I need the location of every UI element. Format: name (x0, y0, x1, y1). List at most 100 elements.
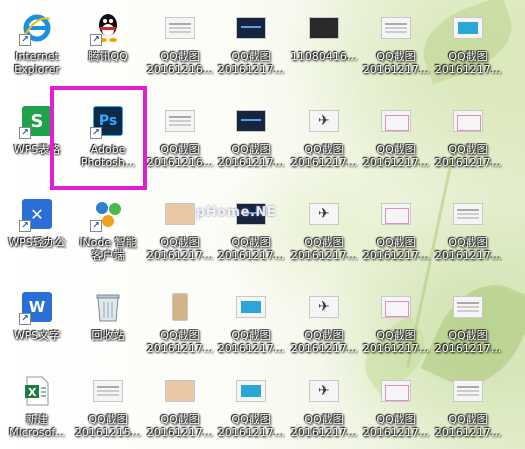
desktop-icon-screenshot[interactable]: QQ截图 20161216... (143, 0, 217, 86)
icon-label: 20161217... (434, 63, 502, 76)
desktop-icon-screenshot[interactable]: QQ截图 20161216... (143, 93, 217, 179)
icon-label: QQ截图 (231, 236, 271, 249)
desktop-icon-screenshot[interactable]: QQ截图20161217... (359, 279, 433, 365)
icon-label: 20161216... (146, 63, 214, 76)
image-file-icon (380, 105, 412, 137)
image-file-icon (308, 12, 340, 44)
icon-label: 20161217... (146, 342, 214, 355)
desktop-icon-internet-explorer[interactable]: ↗ Internet Explorer (0, 0, 74, 86)
image-file-icon (380, 291, 412, 323)
icon-label: Microsof... (9, 426, 65, 439)
icon-label: QQ截图 (448, 143, 488, 156)
wps-office-icon: ✕ ↗ (19, 198, 53, 232)
icon-label: 20161217... (362, 156, 430, 169)
desktop-icon-screenshot[interactable]: QQ截图20161217... (214, 363, 288, 449)
desktop-icon-screenshot[interactable]: QQ截图20161217... (214, 279, 288, 365)
desktop-icon-screenshot[interactable]: QQ截图20161217... (287, 93, 361, 179)
image-file-icon (235, 12, 267, 44)
icon-label: 20161217... (290, 342, 358, 355)
icon-label: iNode 智能 (79, 236, 137, 249)
icon-label: 20161217... (434, 426, 502, 439)
desktop-icon-new-excel-file[interactable]: X 新建 Microsof... (0, 363, 74, 449)
icon-label: 20161217... (217, 63, 285, 76)
shortcut-arrow-icon: ↗ (19, 313, 31, 325)
icon-label: 20161217... (217, 426, 285, 439)
desktop-icon-wps-office[interactable]: ✕ ↗ WPS轻办公 (0, 186, 74, 272)
icon-label: 20161217... (146, 426, 214, 439)
desktop-icon-screenshot[interactable]: QQ截图20161217... (359, 93, 433, 179)
desktop-icon-screenshot[interactable]: QQ截图20161217... (359, 363, 433, 449)
image-file-icon (380, 12, 412, 44)
desktop-icon-screenshot[interactable]: QQ截图20161217... (214, 186, 288, 272)
icon-label: QQ截图 (231, 143, 271, 156)
icon-label: QQ截图 (304, 413, 344, 426)
icon-label: WPS文字 (13, 329, 61, 342)
icon-label: QQ截图 (160, 50, 200, 63)
icon-label: 20161217... (362, 249, 430, 262)
image-file-icon (164, 12, 196, 44)
icon-label: 腾讯QQ (88, 50, 128, 63)
desktop-icon-screenshot[interactable]: QQ截图20161217... (431, 186, 505, 272)
desktop-icon-screenshot[interactable]: QQ截图20161217... (359, 0, 433, 86)
image-file-icon (164, 291, 196, 323)
desktop-icon-recycle-bin[interactable]: 回收站 (71, 279, 145, 365)
inode-icon: ↗ (90, 198, 124, 232)
icon-label: 11080416... (290, 50, 358, 63)
icon-label: QQ截图 (376, 413, 416, 426)
icon-label: 20161217... (290, 249, 358, 262)
desktop-icon-image[interactable]: 11080416... (287, 0, 361, 86)
image-file-icon (235, 105, 267, 137)
shortcut-arrow-icon: ↗ (19, 220, 31, 232)
desktop-icon-screenshot[interactable]: QQ截图20161217... (359, 186, 433, 272)
image-file-icon (452, 12, 484, 44)
icon-label: 20161217... (290, 426, 358, 439)
desktop-icon-screenshot[interactable]: QQ截图 20161215... (71, 363, 145, 449)
image-file-icon (308, 375, 340, 407)
watermark-text: pHome.NE (196, 205, 277, 220)
desktop-icon-wps-writer[interactable]: W ↗ WPS文字 (0, 279, 74, 365)
image-file-icon (380, 375, 412, 407)
icon-label: 客户端 (91, 249, 125, 262)
desktop-icon-qq[interactable]: ↗ 腾讯QQ (71, 0, 145, 86)
icon-label: 20161217... (362, 426, 430, 439)
desktop-icon-screenshot[interactable]: QQ截图20161217... (287, 186, 361, 272)
desktop-icon-inode[interactable]: ↗ iNode 智能 客户端 (71, 186, 145, 272)
recycle-bin-icon (92, 291, 124, 323)
image-file-icon (452, 291, 484, 323)
icon-label: QQ截图 (88, 413, 128, 426)
svg-text:X: X (28, 386, 37, 399)
icon-label: 20161217... (362, 342, 430, 355)
icon-label: QQ截图 (160, 236, 200, 249)
desktop[interactable]: ↗ Internet Explorer ↗ 腾讯QQ QQ截图 20161216..… (0, 0, 525, 449)
icon-label: QQ截图 (376, 236, 416, 249)
icon-label: QQ截图 (160, 143, 200, 156)
qq-icon: ↗ (90, 12, 124, 46)
desktop-icon-screenshot[interactable]: QQ截图20161217... (143, 279, 217, 365)
icon-label: 20161217... (434, 249, 502, 262)
desktop-icon-screenshot[interactable]: QQ截图20161217... (287, 363, 361, 449)
desktop-icon-screenshot[interactable]: QQ截图20161217... (214, 93, 288, 179)
icon-label: QQ截图 (448, 413, 488, 426)
icon-label: QQ截图 (304, 143, 344, 156)
shortcut-arrow-icon: ↗ (90, 34, 102, 46)
desktop-icon-screenshot[interactable]: QQ截图20161217... (214, 0, 288, 86)
icon-label: QQ截图 (160, 329, 200, 342)
image-file-icon (308, 105, 340, 137)
icon-label: 20161217... (290, 156, 358, 169)
icon-label: 新建 (26, 413, 48, 426)
desktop-icon-screenshot[interactable]: QQ截图20161217... (287, 279, 361, 365)
icon-label: QQ截图 (448, 236, 488, 249)
desktop-icon-screenshot[interactable]: QQ截图20161217... (431, 0, 505, 86)
shortcut-arrow-icon: ↗ (90, 220, 102, 232)
icon-label: 20161217... (434, 342, 502, 355)
wps-sheets-icon: S ↗ (19, 105, 53, 139)
image-file-icon (308, 291, 340, 323)
desktop-icon-screenshot[interactable]: QQ截图20161217... (431, 279, 505, 365)
desktop-icon-screenshot[interactable]: QQ截图20161217... (431, 363, 505, 449)
image-file-icon (380, 198, 412, 230)
shortcut-arrow-icon: ↗ (19, 34, 31, 46)
desktop-icon-screenshot[interactable]: QQ截图20161217... (143, 363, 217, 449)
desktop-icon-screenshot[interactable]: QQ截图20161217... (431, 93, 505, 179)
icon-label: QQ截图 (448, 50, 488, 63)
desktop-icon-screenshot[interactable]: QQ截图20161217... (143, 186, 217, 272)
